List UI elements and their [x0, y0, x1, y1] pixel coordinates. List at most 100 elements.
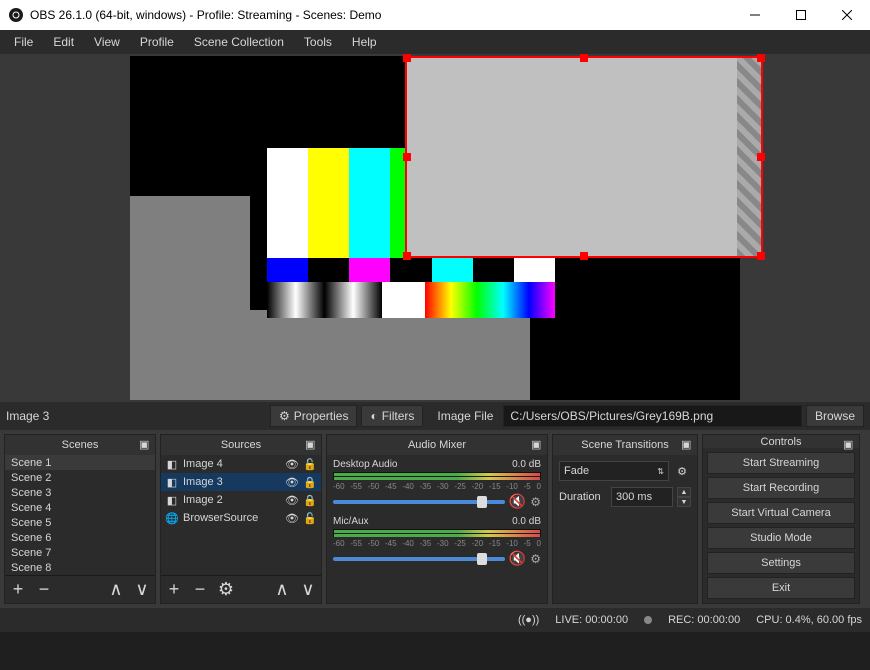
resize-handle-icon[interactable] — [580, 252, 588, 260]
sources-panel: Sources▣ ◧Image 4👁🔓◧Image 3👁🔒◧Image 2👁🔒🌐… — [160, 434, 322, 604]
lock-toggle-icon[interactable]: 🔓 — [303, 511, 317, 525]
scene-item[interactable]: Scene 8 — [5, 560, 155, 575]
move-source-up-button[interactable]: ∧ — [273, 581, 291, 599]
visibility-toggle-icon[interactable]: 👁 — [285, 511, 299, 525]
resize-handle-icon[interactable] — [757, 54, 765, 62]
sources-header: Sources▣ — [161, 435, 321, 455]
properties-button[interactable]: ⚙Properties — [270, 405, 357, 427]
menu-tools[interactable]: Tools — [294, 31, 342, 53]
scene-item[interactable]: Scene 7 — [5, 545, 155, 560]
channel-settings-button[interactable]: ⚙ — [530, 495, 541, 509]
transition-select[interactable]: Fade⇅ — [559, 461, 669, 481]
start-virtual-camera-button[interactable]: Start Virtual Camera — [707, 502, 855, 524]
duration-up-button[interactable]: ▲ — [677, 487, 691, 497]
context-bar: Image 3 ⚙Properties ◐Filters Image File … — [0, 402, 870, 430]
source-item[interactable]: 🌐BrowserSource👁🔓 — [161, 509, 321, 527]
settings-button[interactable]: Settings — [707, 552, 855, 574]
visibility-toggle-icon[interactable]: 👁 — [285, 475, 299, 489]
visibility-toggle-icon[interactable]: 👁 — [285, 493, 299, 507]
scene-item[interactable]: Scene 4 — [5, 500, 155, 515]
filter-icon: ◐ — [370, 409, 377, 423]
mute-button[interactable]: 🔇 — [509, 493, 526, 510]
source-item[interactable]: ◧Image 2👁🔒 — [161, 491, 321, 509]
menu-view[interactable]: View — [84, 31, 130, 53]
scenes-list[interactable]: Scene 1Scene 2Scene 3Scene 4Scene 5Scene… — [5, 455, 155, 575]
status-rec: REC: 00:00:00 — [668, 614, 740, 626]
lock-toggle-icon[interactable]: 🔓 — [303, 457, 317, 471]
source-item[interactable]: ◧Image 4👁🔓 — [161, 455, 321, 473]
menu-profile[interactable]: Profile — [130, 31, 184, 53]
remove-scene-button[interactable]: − — [35, 581, 53, 599]
menu-edit[interactable]: Edit — [43, 31, 84, 53]
volume-slider[interactable] — [333, 500, 505, 504]
scenes-panel: Scenes▣ Scene 1Scene 2Scene 3Scene 4Scen… — [4, 434, 156, 604]
exit-button[interactable]: Exit — [707, 577, 855, 599]
studio-mode-button[interactable]: Studio Mode — [707, 527, 855, 549]
resize-handle-icon[interactable] — [757, 252, 765, 260]
channel-settings-button[interactable]: ⚙ — [530, 552, 541, 566]
preview-canvas[interactable] — [130, 56, 740, 400]
image-icon: ◧ — [165, 493, 179, 507]
slider-thumb[interactable] — [477, 553, 487, 565]
mute-button[interactable]: 🔇 — [509, 550, 526, 567]
transition-settings-button[interactable]: ⚙ — [673, 462, 691, 480]
scene-item[interactable]: Scene 1 — [5, 455, 155, 470]
scenes-header: Scenes▣ — [5, 435, 155, 455]
lock-toggle-icon[interactable]: 🔒 — [303, 475, 317, 489]
menu-file[interactable]: File — [4, 31, 43, 53]
add-source-button[interactable]: + — [165, 581, 183, 599]
window-titlebar: OBS 26.1.0 (64-bit, windows) - Profile: … — [0, 0, 870, 30]
selected-source-name: Image 3 — [6, 409, 266, 423]
add-scene-button[interactable]: + — [9, 581, 27, 599]
obs-logo-icon — [8, 7, 24, 23]
popout-icon[interactable]: ▣ — [531, 438, 543, 450]
image-file-input[interactable] — [503, 405, 802, 427]
scene-item[interactable]: Scene 5 — [5, 515, 155, 530]
filters-button[interactable]: ◐Filters — [361, 405, 423, 427]
close-button[interactable] — [824, 0, 870, 30]
source-settings-button[interactable]: ⚙ — [217, 581, 235, 599]
slider-thumb[interactable] — [477, 496, 487, 508]
mixer-channel: Mic/Aux0.0 dB-60-55-50-45-40-35-30-25-20… — [327, 512, 547, 569]
menubar: File Edit View Profile Scene Collection … — [0, 30, 870, 54]
menu-scene-collection[interactable]: Scene Collection — [184, 31, 294, 53]
sources-list[interactable]: ◧Image 4👁🔓◧Image 3👁🔒◧Image 2👁🔒🌐BrowserSo… — [161, 455, 321, 575]
resize-handle-icon[interactable] — [757, 153, 765, 161]
menu-help[interactable]: Help — [342, 31, 387, 53]
duration-down-button[interactable]: ▼ — [677, 497, 691, 507]
controls-panel: Controls▣ Start StreamingStart Recording… — [702, 434, 860, 604]
resize-handle-icon[interactable] — [403, 54, 411, 62]
preview-area[interactable] — [0, 54, 870, 402]
popout-icon[interactable]: ▣ — [139, 438, 151, 450]
status-live: LIVE: 00:00:00 — [555, 614, 628, 626]
lock-toggle-icon[interactable]: 🔒 — [303, 493, 317, 507]
preview-selection-rect[interactable] — [405, 56, 763, 258]
scene-item[interactable]: Scene 6 — [5, 530, 155, 545]
preview-source-grey-left — [130, 196, 250, 400]
minimize-button[interactable] — [732, 0, 778, 30]
popout-icon[interactable]: ▣ — [305, 438, 317, 450]
start-recording-button[interactable]: Start Recording — [707, 477, 855, 499]
maximize-button[interactable] — [778, 0, 824, 30]
move-source-down-button[interactable]: ∨ — [299, 581, 317, 599]
move-scene-down-button[interactable]: ∨ — [133, 581, 151, 599]
resize-handle-icon[interactable] — [403, 153, 411, 161]
dock-row: Scenes▣ Scene 1Scene 2Scene 3Scene 4Scen… — [0, 430, 870, 608]
visibility-toggle-icon[interactable]: 👁 — [285, 457, 299, 471]
popout-icon[interactable]: ▣ — [843, 438, 855, 450]
popout-icon[interactable]: ▣ — [681, 438, 693, 450]
volume-slider[interactable] — [333, 557, 505, 561]
start-streaming-button[interactable]: Start Streaming — [707, 452, 855, 474]
duration-input[interactable]: 300 ms — [611, 487, 673, 507]
scene-item[interactable]: Scene 2 — [5, 470, 155, 485]
browse-button[interactable]: Browse — [806, 405, 864, 427]
move-scene-up-button[interactable]: ∧ — [107, 581, 125, 599]
source-item[interactable]: ◧Image 3👁🔒 — [161, 473, 321, 491]
audio-meter — [333, 529, 541, 537]
audio-meter — [333, 472, 541, 480]
remove-source-button[interactable]: − — [191, 581, 209, 599]
channel-name: Mic/Aux — [333, 516, 369, 527]
scene-item[interactable]: Scene 3 — [5, 485, 155, 500]
resize-handle-icon[interactable] — [403, 252, 411, 260]
resize-handle-icon[interactable] — [580, 54, 588, 62]
